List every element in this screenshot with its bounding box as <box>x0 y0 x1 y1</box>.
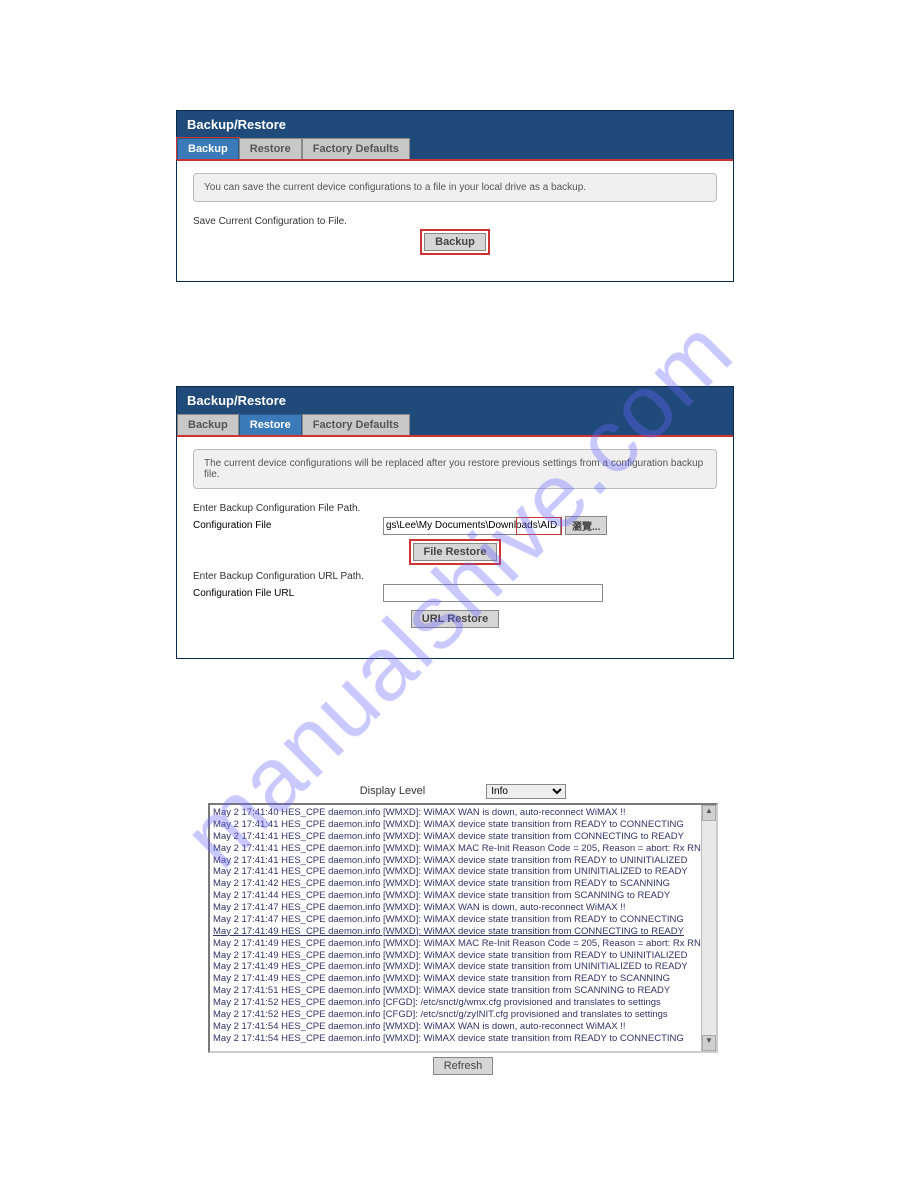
panel2-info: The current device configurations will b… <box>193 449 717 489</box>
panel2-body: The current device configurations will b… <box>177 437 733 658</box>
config-url-input[interactable] <box>383 584 603 602</box>
log-scrollbar[interactable]: ▲ ▼ <box>701 805 716 1051</box>
file-restore-button[interactable]: File Restore <box>413 543 498 561</box>
log-line: May 2 17:41:40 HES_CPE daemon.info [WMXD… <box>212 807 698 819</box>
log-line: May 2 17:41:44 HES_CPE daemon.info [WMXD… <box>212 890 698 902</box>
log-line: May 2 17:41:41 HES_CPE daemon.info [WMXD… <box>212 855 698 867</box>
log-line: May 2 17:41:41 HES_CPE daemon.info [WMXD… <box>212 866 698 878</box>
log-line: May 2 17:41:49 HES_CPE daemon.info [WMXD… <box>212 961 698 973</box>
log-line: May 2 17:41:49 HES_CPE daemon.info [WMXD… <box>212 973 698 985</box>
tab-backup-2[interactable]: Backup <box>177 414 239 435</box>
log-line: May 2 17:41:51 HES_CPE daemon.info [WMXD… <box>212 985 698 997</box>
backup-url-path-label: Enter Backup Configuration URL Path. <box>193 571 717 582</box>
log-line: May 2 17:41:54 HES_CPE daemon.info [WMXD… <box>212 1021 698 1033</box>
restore-panel: Backup/Restore Backup Restore Factory De… <box>176 386 734 659</box>
scroll-track[interactable] <box>702 821 716 1035</box>
config-file-lbl: Configuration File <box>193 520 383 531</box>
log-line: May 2 17:41:41 HES_CPE daemon.info [WMXD… <box>212 819 698 831</box>
panel2-title: Backup/Restore <box>177 387 733 414</box>
log-line: May 2 17:41:54 HES_CPE daemon.info [WMXD… <box>212 1033 698 1045</box>
log-header: Display Level Info <box>208 784 718 799</box>
refresh-button[interactable]: Refresh <box>433 1057 494 1075</box>
panel1-info: You can save the current device configur… <box>193 173 717 202</box>
scroll-up-icon[interactable]: ▲ <box>702 805 716 821</box>
browse-button[interactable]: 瀏覽... <box>565 516 607 535</box>
log-line: May 2 17:41:49 HES_CPE daemon.info [WMXD… <box>212 926 698 938</box>
panel1-title: Backup/Restore <box>177 111 733 138</box>
log-line: May 2 17:41:47 HES_CPE daemon.info [WMXD… <box>212 902 698 914</box>
save-config-label: Save Current Configuration to File. <box>193 216 717 227</box>
log-line: May 2 17:41:42 HES_CPE daemon.info [WMXD… <box>212 878 698 890</box>
log-line: May 2 17:41:52 HES_CPE daemon.info [CFGD… <box>212 1009 698 1021</box>
tab-factory-defaults-2[interactable]: Factory Defaults <box>302 414 410 435</box>
scroll-down-icon[interactable]: ▼ <box>702 1035 716 1051</box>
display-level-label: Display Level <box>360 785 425 797</box>
config-file-input[interactable] <box>383 517 561 535</box>
log-line: May 2 17:41:47 HES_CPE daemon.info [WMXD… <box>212 914 698 926</box>
tab-restore[interactable]: Restore <box>239 138 302 159</box>
panel1-body: You can save the current device configur… <box>177 161 733 281</box>
backup-file-path-label: Enter Backup Configuration File Path. <box>193 503 717 514</box>
config-url-row: Configuration File URL <box>193 584 717 602</box>
tab-backup[interactable]: Backup <box>177 138 239 159</box>
log-line: May 2 17:41:41 HES_CPE daemon.info [WMXD… <box>212 831 698 843</box>
backup-panel: Backup/Restore Backup Restore Factory De… <box>176 110 734 282</box>
display-level-select[interactable]: Info <box>486 784 566 799</box>
panel1-tabbar: Backup Restore Factory Defaults <box>177 138 733 161</box>
tab-factory-defaults[interactable]: Factory Defaults <box>302 138 410 159</box>
log-line: May 2 17:41:52 HES_CPE daemon.info [CFGD… <box>212 997 698 1009</box>
log-line: May 2 17:41:41 HES_CPE daemon.info [WMXD… <box>212 843 698 855</box>
backup-button[interactable]: Backup <box>424 233 486 251</box>
tab-restore-2[interactable]: Restore <box>239 414 302 435</box>
log-section: Display Level Info May 2 17:41:40 HES_CP… <box>208 784 718 1075</box>
url-restore-button[interactable]: URL Restore <box>411 610 499 628</box>
log-line: May 2 17:41:49 HES_CPE daemon.info [WMXD… <box>212 938 698 950</box>
log-line: May 2 17:41:49 HES_CPE daemon.info [WMXD… <box>212 950 698 962</box>
panel2-tabbar: Backup Restore Factory Defaults <box>177 414 733 437</box>
log-textarea[interactable]: May 2 17:41:40 HES_CPE daemon.info [WMXD… <box>208 803 718 1053</box>
config-url-lbl: Configuration File URL <box>193 588 383 599</box>
config-file-row: Configuration File 瀏覽... <box>193 516 717 535</box>
